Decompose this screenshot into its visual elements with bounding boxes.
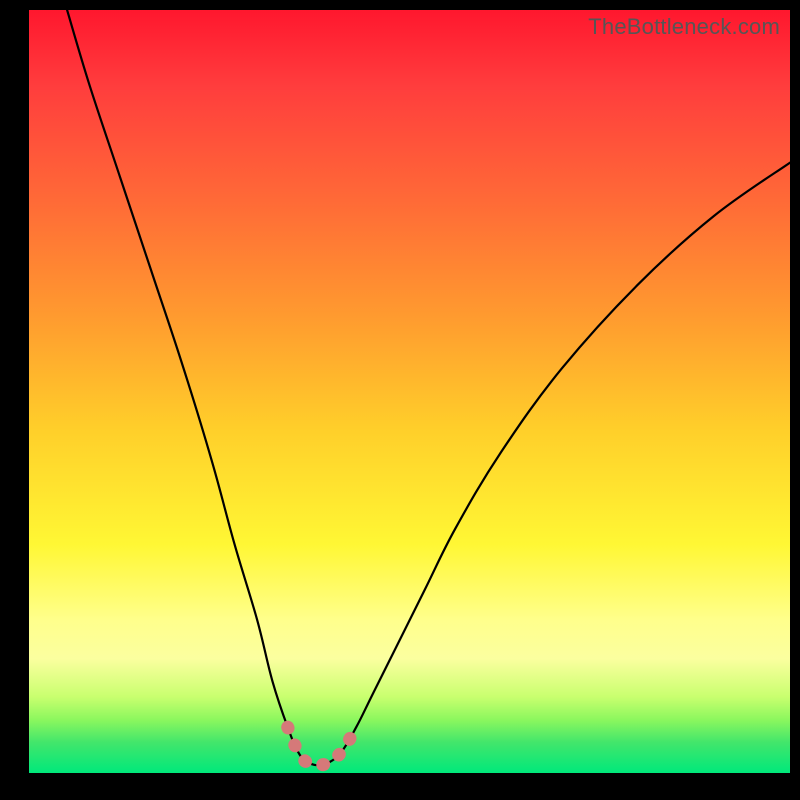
chart-frame: TheBottleneck.com <box>0 0 800 800</box>
bottleneck-curve-path <box>67 10 790 765</box>
plot-area: TheBottleneck.com <box>29 10 790 773</box>
chart-svg <box>29 10 790 773</box>
